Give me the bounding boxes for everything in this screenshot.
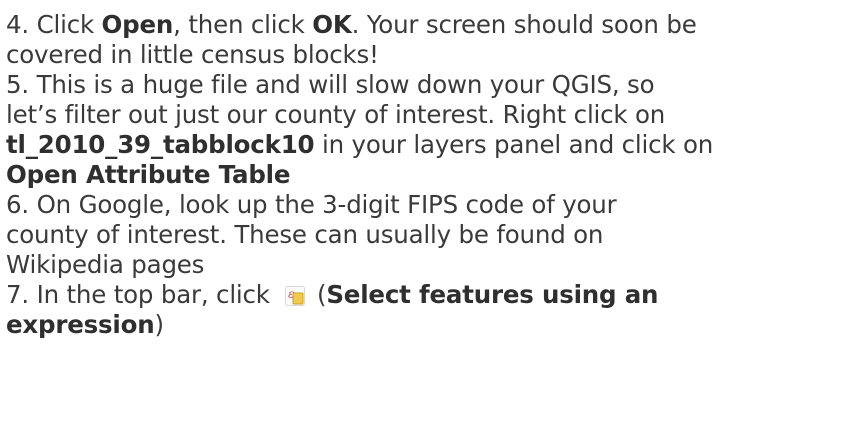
ok-label: OK — [312, 10, 352, 39]
step-6-line-1: 6. On Google, look up the 3-digit FIPS c… — [6, 190, 617, 219]
step-number: 6. — [6, 190, 29, 219]
select-features-label: Select features using an — [326, 280, 659, 309]
expression-label: expression — [6, 310, 155, 339]
step-7-line-1: 7. In the top bar, click ε (Select featu… — [6, 280, 659, 309]
step-5-line-2: let’s filter out just our county of inte… — [6, 100, 666, 129]
step-5-line-1: 5. This is a huge file and will slow dow… — [6, 70, 655, 99]
step-7-line-2: expression) — [6, 310, 164, 339]
step-6-line-2: county of interest. These can usually be… — [6, 220, 604, 249]
step-number: 5. — [6, 70, 29, 99]
svg-text:ε: ε — [288, 287, 294, 301]
step-5-line-3: tl_2010_39_tabblock10 in your layers pan… — [6, 130, 714, 159]
layer-name: tl_2010_39_tabblock10 — [6, 130, 315, 159]
select-by-expression-icon: ε — [285, 283, 306, 306]
step-4-line-1: 4. Click Open, then click OK. Your scree… — [6, 10, 697, 39]
step-number: 7. — [6, 280, 29, 309]
step-4-line-2: covered in little census blocks! — [6, 40, 379, 69]
open-label: Open — [101, 10, 174, 39]
step-6-line-3: Wikipedia pages — [6, 250, 205, 279]
step-5-line-4: Open Attribute Table — [6, 160, 850, 190]
step-number: 4. — [6, 10, 29, 39]
open-attribute-table-label: Open Attribute Table — [6, 160, 291, 189]
instructions-document: 4. Click Open, then click OK. Your scree… — [0, 10, 850, 432]
